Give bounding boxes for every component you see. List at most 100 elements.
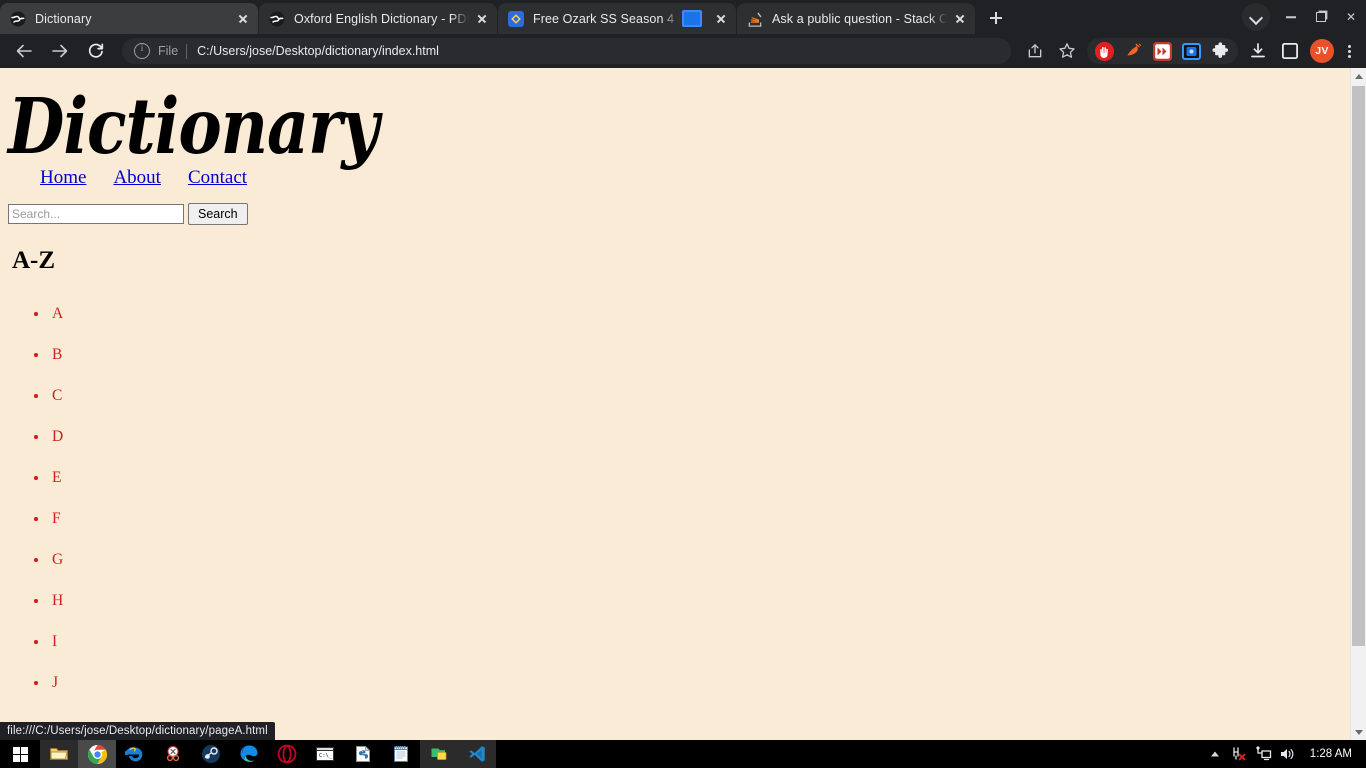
- extensions-puzzle-icon[interactable]: [1211, 41, 1230, 61]
- divider: [186, 43, 188, 59]
- downloads-button[interactable]: [1244, 37, 1272, 65]
- maximize-button[interactable]: [1306, 3, 1336, 31]
- letter-link-j[interactable]: J: [52, 674, 58, 691]
- letter-link-e[interactable]: E: [52, 469, 61, 486]
- taskbar-item-vscode[interactable]: [458, 740, 496, 768]
- new-tab-button[interactable]: [982, 4, 1010, 32]
- list-item: C: [30, 375, 1350, 416]
- reload-button[interactable]: [82, 37, 110, 65]
- close-icon[interactable]: [473, 10, 491, 28]
- start-button[interactable]: [0, 740, 40, 768]
- svg-text:C:\_: C:\_: [319, 753, 333, 759]
- google-chrome-icon: [87, 744, 107, 764]
- back-button[interactable]: [10, 37, 38, 65]
- letter-link-f[interactable]: F: [52, 510, 61, 527]
- system-tray: 1:28 AM: [1204, 740, 1366, 768]
- profile-avatar[interactable]: JV: [1310, 39, 1334, 63]
- globe-icon: [10, 11, 26, 26]
- taskbar-item-snipping-tool[interactable]: [154, 740, 192, 768]
- scroll-up-arrow-icon[interactable]: [1351, 68, 1366, 84]
- taskbar-item-steam[interactable]: [192, 740, 230, 768]
- letter-link-i[interactable]: I: [52, 633, 57, 650]
- taskbar-clock[interactable]: 1:28 AM: [1300, 748, 1358, 760]
- steam-icon: [202, 745, 220, 763]
- desktop-screen: Dictionary Oxford English Dictionary - P…: [0, 0, 1366, 768]
- minimize-button[interactable]: [1276, 3, 1306, 31]
- cast-active-icon[interactable]: [682, 10, 702, 27]
- photos-app-icon: [431, 748, 447, 760]
- show-hidden-icons-button[interactable]: [1204, 740, 1226, 768]
- scrollbar-thumb[interactable]: [1352, 86, 1365, 646]
- chrome-browser-window: Dictionary Oxford English Dictionary - P…: [0, 0, 1366, 740]
- list-item: E: [30, 457, 1350, 498]
- letter-link-b[interactable]: B: [52, 346, 62, 363]
- close-icon[interactable]: [712, 10, 730, 28]
- close-window-button[interactable]: ✕: [1336, 3, 1366, 31]
- video-speed-controller-icon[interactable]: [1152, 41, 1173, 61]
- section-heading: A-Z: [12, 247, 56, 274]
- taskbar-item-edge[interactable]: [230, 740, 268, 768]
- browser-tab[interactable]: Dictionary: [0, 3, 258, 34]
- taskbar-item-opera[interactable]: [268, 740, 306, 768]
- scroll-down-arrow-icon[interactable]: [1351, 724, 1366, 740]
- three-dot-menu-icon[interactable]: [1338, 37, 1360, 65]
- browser-tab[interactable]: Oxford English Dictionary - PDFD: [259, 3, 497, 34]
- taskbar-item-chrome[interactable]: [78, 740, 116, 768]
- share-button[interactable]: [1021, 37, 1049, 65]
- bookmark-star-icon: [1059, 43, 1075, 58]
- screen-recorder-icon[interactable]: [1182, 42, 1201, 61]
- forward-button[interactable]: [46, 37, 74, 65]
- list-item: D: [30, 416, 1350, 457]
- honey-extension-icon[interactable]: [1124, 42, 1143, 61]
- adblock-stop-icon[interactable]: [1095, 41, 1114, 61]
- info-circle-icon[interactable]: [134, 43, 150, 59]
- volume-button[interactable]: [1276, 740, 1298, 768]
- windows-logo-icon: [12, 746, 28, 762]
- search-input[interactable]: [8, 204, 184, 224]
- letter-link-a[interactable]: A: [52, 305, 63, 322]
- letter-link-h[interactable]: H: [52, 592, 63, 609]
- letter-link-d[interactable]: D: [52, 428, 63, 445]
- microsoft-edge-icon: [240, 745, 258, 762]
- taskbar-item-command-prompt[interactable]: C:\_: [306, 740, 344, 768]
- blue-diamond-icon: [508, 10, 524, 27]
- address-bar[interactable]: File C:/Users/jose/Desktop/dictionary/in…: [122, 38, 1011, 64]
- browser-tab[interactable]: Free Ozark SS Season 4 EP Epi: [498, 3, 736, 34]
- list-item: B: [30, 334, 1350, 375]
- dictionary-page: Dictionary Home About Contact Search A-Z…: [0, 68, 1350, 740]
- list-item: F: [30, 498, 1350, 539]
- taskbar-item-file-explorer[interactable]: [40, 740, 78, 768]
- internet-explorer-icon: [124, 746, 142, 761]
- taskbar-item-photos-app[interactable]: [420, 740, 458, 768]
- bookmark-button[interactable]: [1053, 37, 1081, 65]
- letter-link-g[interactable]: G: [52, 551, 63, 568]
- close-icon[interactable]: [234, 10, 252, 28]
- taskbar-item-python-idle[interactable]: [344, 740, 382, 768]
- reload-icon: [88, 43, 104, 58]
- taskbar-item-internet-explorer[interactable]: [116, 740, 154, 768]
- browser-tab[interactable]: Ask a public question - Stack Ove: [737, 3, 975, 34]
- page-title: Dictionary: [8, 82, 379, 172]
- extensions-pill: [1087, 38, 1238, 64]
- taskbar-item-notepad[interactable]: [382, 740, 420, 768]
- status-bubble: file:///C:/Users/jose/Desktop/dictionary…: [0, 722, 275, 740]
- tab-search-button[interactable]: [1242, 3, 1270, 31]
- forward-arrow-icon: [52, 44, 68, 58]
- network-monitor-button[interactable]: [1252, 740, 1274, 768]
- letter-link-c[interactable]: C: [52, 387, 62, 404]
- list-item: J: [30, 662, 1350, 703]
- page-viewport: Dictionary Home About Contact Search A-Z…: [0, 68, 1366, 740]
- tab-title: Dictionary: [35, 11, 230, 26]
- side-panel-icon: [1282, 43, 1298, 59]
- notepad-icon: [394, 746, 408, 762]
- window-controls-group: ✕: [1242, 0, 1366, 34]
- windows-taskbar: C:\_ 1:28 AM: [0, 740, 1366, 768]
- back-arrow-icon: [16, 44, 32, 58]
- network-monitor-icon: [1256, 746, 1271, 761]
- search-button[interactable]: Search: [188, 203, 248, 225]
- page-scrollbar[interactable]: [1350, 68, 1366, 740]
- visual-studio-code-icon: [469, 746, 485, 762]
- close-icon[interactable]: [951, 10, 969, 28]
- network-status-button[interactable]: [1228, 740, 1250, 768]
- side-panel-button[interactable]: [1276, 37, 1304, 65]
